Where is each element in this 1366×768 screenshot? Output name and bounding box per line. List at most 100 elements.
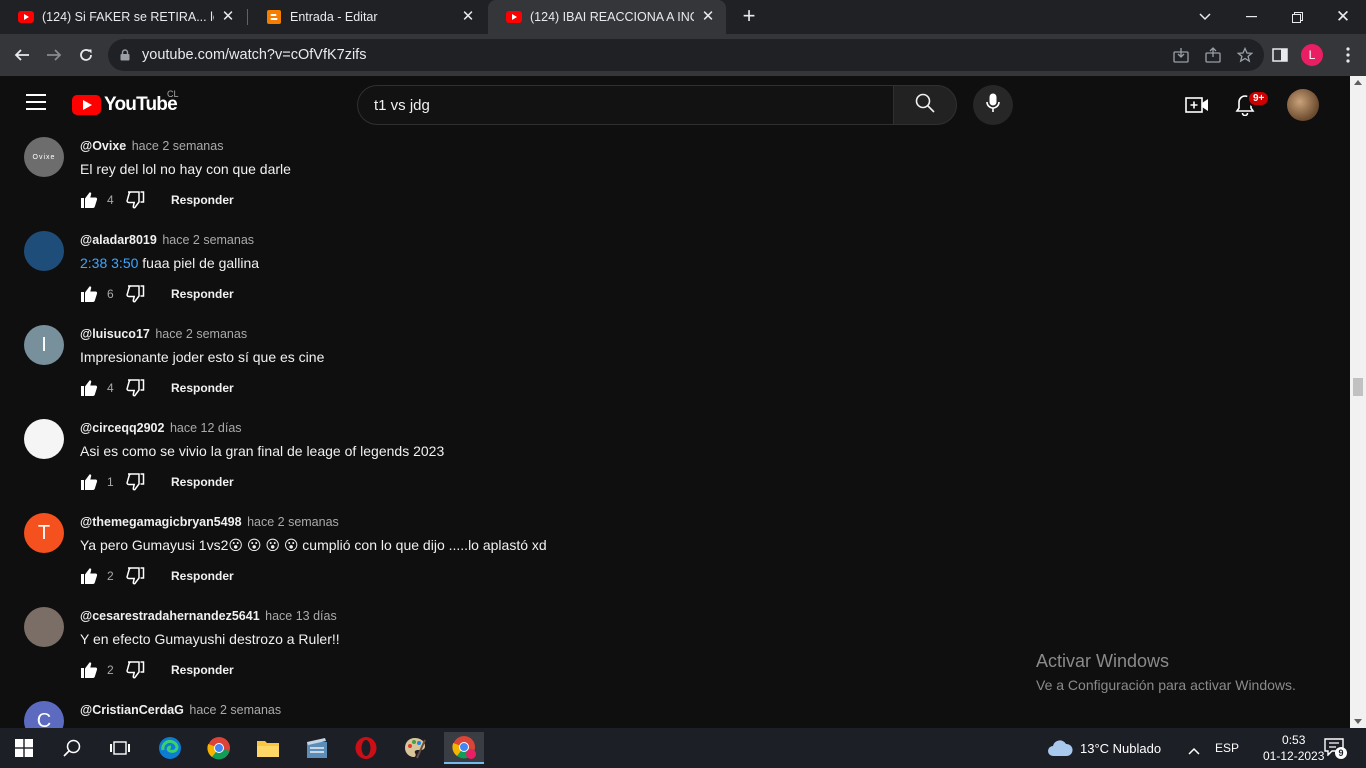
close-icon[interactable]: ✕ (220, 9, 236, 25)
dislike-icon[interactable] (125, 473, 145, 491)
scroll-up-arrow-icon[interactable] (1354, 80, 1362, 85)
watermark-title: Activar Windows (1036, 651, 1170, 671)
comment-date[interactable]: hace 2 semanas (162, 233, 254, 247)
page-scrollbar[interactable] (1350, 76, 1366, 728)
chevron-up-icon[interactable] (1188, 742, 1200, 760)
reply-button[interactable]: Responder (171, 663, 234, 677)
tab-blogger-editor[interactable]: Entrada - Editar ✕ (248, 0, 486, 34)
search-icon[interactable] (52, 732, 92, 764)
comment-header: @luisuco17 hace 2 semanas (80, 327, 247, 341)
account-avatar[interactable] (1287, 89, 1319, 121)
like-count: 2 (107, 663, 114, 677)
youtube-icon (506, 9, 522, 25)
dislike-icon[interactable] (125, 661, 145, 679)
forward-arrow-icon[interactable] (40, 41, 68, 69)
dislike-icon[interactable] (125, 191, 145, 209)
url-text[interactable]: youtube.com/watch?v=cOfVfK7zifs (142, 47, 366, 63)
new-tab-button[interactable]: + (737, 5, 761, 29)
lock-icon[interactable] (108, 49, 142, 61)
share-icon[interactable] (1204, 45, 1222, 65)
chrome-profile-icon[interactable] (444, 732, 484, 764)
close-window-button[interactable]: ✕ (1320, 0, 1366, 34)
comment-author[interactable]: @cesarestradahernandez5641 (80, 609, 260, 623)
tab-search-chevron-icon[interactable] (1182, 0, 1228, 34)
language-indicator[interactable]: ESP (1215, 741, 1239, 755)
windows-start-icon[interactable] (4, 732, 44, 764)
dislike-icon[interactable] (125, 567, 145, 585)
reply-button[interactable]: Responder (171, 475, 234, 489)
comment-author[interactable]: @aladar8019 (80, 233, 157, 247)
profile-avatar[interactable]: L (1301, 44, 1323, 66)
notification-count: 9 (1335, 747, 1347, 759)
install-app-icon[interactable] (1172, 45, 1190, 65)
back-arrow-icon[interactable] (8, 41, 36, 69)
reload-icon[interactable] (72, 41, 100, 69)
chrome-icon[interactable] (199, 732, 239, 764)
edge-browser-icon[interactable] (150, 732, 190, 764)
scrollbar-thumb[interactable] (1353, 378, 1363, 396)
like-icon[interactable] (80, 191, 98, 209)
bookmark-star-icon[interactable] (1236, 45, 1254, 65)
comment-date[interactable]: hace 2 semanas (247, 515, 339, 529)
kebab-menu-icon[interactable] (1334, 41, 1362, 69)
commenter-avatar[interactable] (24, 231, 64, 271)
comment-author[interactable]: @circeqq2902 (80, 421, 164, 435)
paint-icon[interactable] (395, 732, 435, 764)
notification-center-icon[interactable]: 9 (1324, 738, 1347, 759)
like-icon[interactable] (80, 567, 98, 585)
commenter-avatar[interactable]: Ovixe (24, 137, 64, 177)
like-icon[interactable] (80, 473, 98, 491)
like-icon[interactable] (80, 379, 98, 397)
menu-icon[interactable] (26, 94, 46, 114)
comment-date[interactable]: hace 2 semanas (132, 139, 224, 153)
like-icon[interactable] (80, 661, 98, 679)
taskbar-clock[interactable]: 0:53 01-12-2023 (1263, 732, 1324, 764)
commenter-avatar[interactable] (24, 607, 64, 647)
comment-author[interactable]: @luisuco17 (80, 327, 150, 341)
commenter-avatar[interactable]: I (24, 325, 64, 365)
dislike-icon[interactable] (125, 285, 145, 303)
file-explorer-icon[interactable] (248, 732, 288, 764)
comment-date[interactable]: hace 2 semanas (155, 327, 247, 341)
reply-button[interactable]: Responder (171, 287, 234, 301)
comment-actions: 2 Responder (80, 659, 234, 681)
movie-maker-icon[interactable] (297, 732, 337, 764)
cloud-icon[interactable] (1047, 739, 1073, 762)
search-input[interactable]: t1 vs jdg (357, 85, 893, 125)
search-button[interactable] (893, 85, 957, 125)
comment-timestamp-link[interactable]: 2:38 3:50 (80, 255, 138, 271)
scroll-down-arrow-icon[interactable] (1354, 719, 1362, 724)
close-icon[interactable]: ✕ (700, 9, 716, 25)
comment-author[interactable]: @Ovixe (80, 139, 126, 153)
like-icon[interactable] (80, 285, 98, 303)
comment-author[interactable]: @themegamagicbryan5498 (80, 515, 242, 529)
commenter-avatar[interactable]: T (24, 513, 64, 553)
comment-author[interactable]: @CristianCerdaG (80, 703, 184, 717)
commenter-avatar[interactable]: C (24, 701, 64, 728)
clock-time: 0:53 (1282, 733, 1306, 747)
tab-youtube-ibai[interactable]: (124) IBAI REACCIONA A INCREIBLE ✕ (488, 0, 726, 34)
close-icon[interactable]: ✕ (460, 9, 476, 25)
reply-button[interactable]: Responder (171, 381, 234, 395)
opera-icon[interactable] (346, 732, 386, 764)
commenter-avatar[interactable] (24, 419, 64, 459)
tab-youtube-faker[interactable]: (124) Si FAKER se RETIRA... league of ✕ (0, 0, 246, 34)
comment-date[interactable]: hace 13 días (265, 609, 337, 623)
dislike-icon[interactable] (125, 379, 145, 397)
voice-search-button[interactable] (973, 85, 1013, 125)
youtube-logo[interactable]: YouTube CL (72, 89, 179, 116)
comment-body: Asi es como se vivio la gran final de le… (80, 443, 445, 459)
side-panel-icon[interactable] (1266, 41, 1294, 69)
like-count: 2 (107, 569, 114, 583)
create-video-icon[interactable] (1185, 93, 1209, 117)
comment-date[interactable]: hace 12 días (170, 421, 242, 435)
reply-button[interactable]: Responder (171, 193, 234, 207)
task-view-icon[interactable] (100, 732, 140, 764)
reply-button[interactable]: Responder (171, 569, 234, 583)
restore-button[interactable] (1274, 0, 1320, 34)
address-bar[interactable]: youtube.com/watch?v=cOfVfK7zifs (108, 39, 1264, 71)
comment-actions: 1 Responder (80, 471, 234, 493)
minimize-button[interactable] (1228, 0, 1274, 34)
weather-text[interactable]: 13°C Nublado (1080, 741, 1161, 756)
comment-date[interactable]: hace 2 semanas (189, 703, 281, 717)
